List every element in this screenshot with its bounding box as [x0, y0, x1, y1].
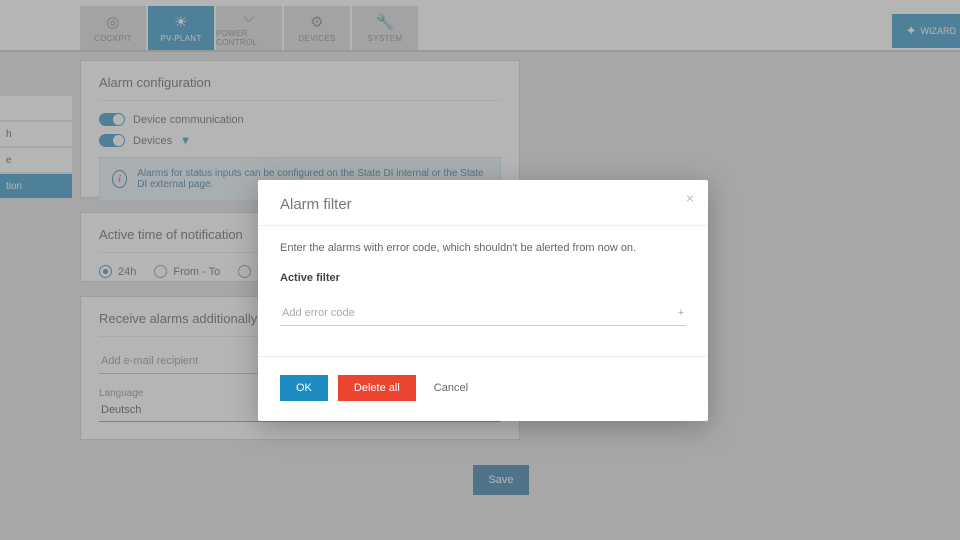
- modal-title: Alarm filter: [280, 196, 686, 213]
- delete-all-button[interactable]: Delete all: [338, 375, 416, 401]
- close-icon[interactable]: ×: [686, 190, 694, 206]
- plus-icon[interactable]: +: [678, 307, 684, 319]
- error-code-input[interactable]: Add error code +: [280, 302, 686, 326]
- cancel-button[interactable]: Cancel: [426, 375, 484, 401]
- modal-subheading: Active filter: [280, 272, 686, 284]
- input-placeholder: Add error code: [282, 307, 355, 319]
- alarm-filter-modal: Alarm filter × Enter the alarms with err…: [258, 180, 708, 421]
- ok-button[interactable]: OK: [280, 375, 328, 401]
- modal-description: Enter the alarms with error code, which …: [280, 242, 686, 254]
